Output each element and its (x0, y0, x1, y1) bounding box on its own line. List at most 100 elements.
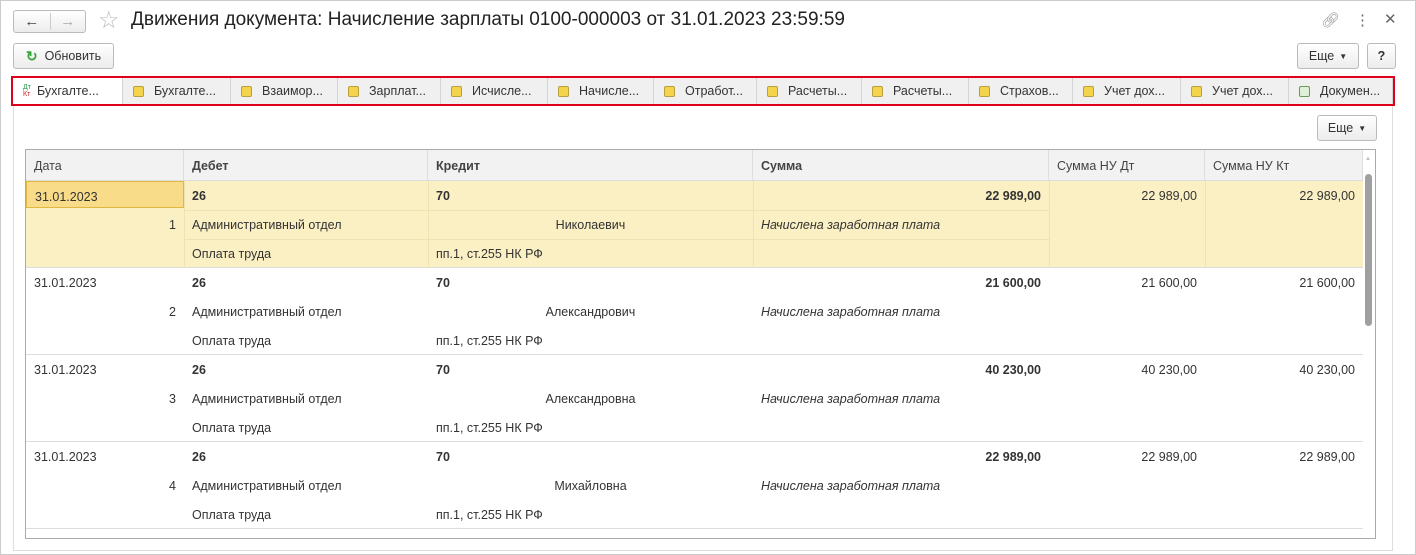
tab-label: Начисле... (579, 84, 640, 98)
tab-0[interactable]: Дт Кт Бухгалте... (13, 78, 123, 104)
cell-divider (1205, 181, 1206, 268)
tab-10[interactable]: Учет дох... (1073, 78, 1181, 104)
table-row[interactable]: 31.01.2023 3 26 Административный отдел Оплат… (26, 355, 1363, 442)
cell-divider (1205, 268, 1206, 355)
cell-divider (1049, 355, 1050, 442)
cell-divider (184, 181, 185, 268)
cell-credit-subconto-1: Александровна (545, 392, 636, 406)
scrollbar[interactable]: ▲ (1362, 150, 1375, 538)
table-row[interactable]: 31.01.2023 4 26 Административный отдел Оплат… (26, 442, 1363, 529)
cell-debit-subconto-2: Оплата труда (192, 421, 272, 435)
cell-sum: 40 230,00 (985, 363, 1041, 377)
cell-divider (184, 239, 1049, 240)
more-button[interactable]: Еще ▼ (1297, 43, 1359, 69)
grid-more-button[interactable]: Еще ▼ (1317, 115, 1377, 141)
register-icon (451, 85, 462, 97)
dt-kt-icon: Дт Кт (23, 84, 31, 98)
tab-label: Докумен... (1320, 84, 1381, 98)
tab-label: Учет дох... (1212, 84, 1273, 98)
cell-credit-account: 70 (436, 450, 450, 464)
cell-credit-account: 70 (436, 363, 450, 377)
tab-5[interactable]: Начисле... (548, 78, 654, 104)
tab-4[interactable]: Исчисле... (441, 78, 548, 104)
table-row[interactable]: 31.01.2023 2 26 Административный отдел Оплат… (26, 268, 1363, 355)
cell-divider (184, 210, 1049, 211)
tab-label: Отработ... (685, 84, 743, 98)
cell-divider (428, 181, 429, 268)
cell-credit-account: 70 (436, 276, 450, 290)
cell-sum: 21 600,00 (985, 276, 1041, 290)
cell-credit-subconto-2: пп.1, ст.255 НК РФ (436, 508, 543, 522)
cell-divider (428, 355, 429, 442)
tab-label: Взаимор... (262, 84, 323, 98)
cell-divider (753, 181, 754, 268)
tab-label: Расчеты... (893, 84, 953, 98)
cell-credit-subconto-2: пп.1, ст.255 НК РФ (436, 421, 543, 435)
column-header-sum-nu-kt[interactable]: Сумма НУ Кт (1205, 150, 1363, 181)
tab-7[interactable]: Расчеты... (757, 78, 862, 104)
cell-sum-nu-dt: 40 230,00 (1141, 363, 1197, 377)
movements-table: ▲ Дата Дебет Кредит Сумма Сумма НУ Дт Сумма Н… (25, 149, 1376, 539)
link-icon[interactable]: 🔗︎ (1321, 11, 1340, 29)
register-icon (133, 85, 144, 97)
register-icon (664, 85, 675, 97)
table-row[interactable]: 31.01.2023 1 26 Административный отдел Оплат… (26, 181, 1363, 268)
cell-content: Начислена заработная плата (761, 392, 941, 406)
tab-2[interactable]: Взаимор... (231, 78, 338, 104)
cell-credit-subconto-2: пп.1, ст.255 НК РФ (436, 334, 543, 348)
cell-debit-subconto-2: Оплата труда (192, 334, 272, 348)
cell-divider (428, 442, 429, 529)
cell-debit-subconto-1: Административный отдел (192, 392, 342, 406)
scrollbar-thumb[interactable] (1365, 174, 1372, 326)
register-icon (241, 85, 252, 97)
cell-divider (1049, 442, 1050, 529)
cell-date: 31.01.2023 (34, 363, 97, 377)
cell-line-number: 4 (169, 479, 176, 493)
favorite-star-icon[interactable]: ☆ (98, 6, 120, 35)
cell-divider (184, 442, 185, 529)
cell-date: 31.01.2023 (34, 450, 97, 464)
tab-label: Исчисле... (472, 84, 532, 98)
tab-11[interactable]: Учет дох... (1181, 78, 1289, 104)
cell-credit-subconto-1: Александрович (545, 305, 636, 319)
cell-line-number: 3 (169, 392, 176, 406)
cell-content: Начислена заработная плата (761, 218, 941, 232)
register-icon (558, 85, 569, 97)
cell-sum: 22 989,00 (985, 189, 1041, 203)
cell-sum-nu-dt: 22 989,00 (1141, 189, 1197, 203)
help-button[interactable]: ? (1367, 43, 1396, 69)
cell-divider (1205, 442, 1206, 529)
forward-button[interactable]: → (51, 13, 86, 30)
cell-credit-account: 70 (436, 189, 450, 203)
cell-content: Начислена заработная плата (761, 479, 941, 493)
more-label: Еще (1308, 49, 1335, 63)
cell-divider (753, 355, 754, 442)
cell-date: 31.01.2023 (26, 181, 184, 208)
page-title: Движения документа: Начисление зарплаты … (131, 9, 845, 30)
column-header-sum-nu-dt[interactable]: Сумма НУ Дт (1049, 150, 1205, 181)
tab-6[interactable]: Отработ... (654, 78, 757, 104)
column-header-credit[interactable]: Кредит (428, 150, 753, 181)
tab-label: Учет дох... (1104, 84, 1165, 98)
column-header-sum[interactable]: Сумма (753, 150, 1049, 181)
tab-label: Расчеты... (788, 84, 848, 98)
window: ← → ☆ Движения документа: Начисление зар… (0, 0, 1416, 555)
cell-divider (753, 442, 754, 529)
refresh-button[interactable]: ↻ Обновить (13, 43, 114, 69)
cell-line-number: 2 (169, 305, 176, 319)
tab-9[interactable]: Страхов... (969, 78, 1073, 104)
cell-line-number: 1 (169, 218, 176, 232)
register-icon (767, 85, 778, 97)
tab-3[interactable]: Зарплат... (338, 78, 441, 104)
back-button[interactable]: ← (14, 13, 51, 30)
column-header-date[interactable]: Дата (26, 150, 184, 181)
cell-credit-subconto-1: Николаевич (555, 218, 626, 232)
tab-8[interactable]: Расчеты... (862, 78, 969, 104)
cell-debit-subconto-1: Административный отдел (192, 479, 342, 493)
tab-12[interactable]: Докумен... (1289, 78, 1393, 104)
close-icon[interactable]: ✕ (1384, 10, 1397, 28)
column-header-debit[interactable]: Дебет (184, 150, 428, 181)
cell-sum-nu-kt: 40 230,00 (1299, 363, 1355, 377)
more-menu-icon[interactable]: ⋮ (1355, 11, 1370, 29)
tab-1[interactable]: Бухгалте... (123, 78, 231, 104)
